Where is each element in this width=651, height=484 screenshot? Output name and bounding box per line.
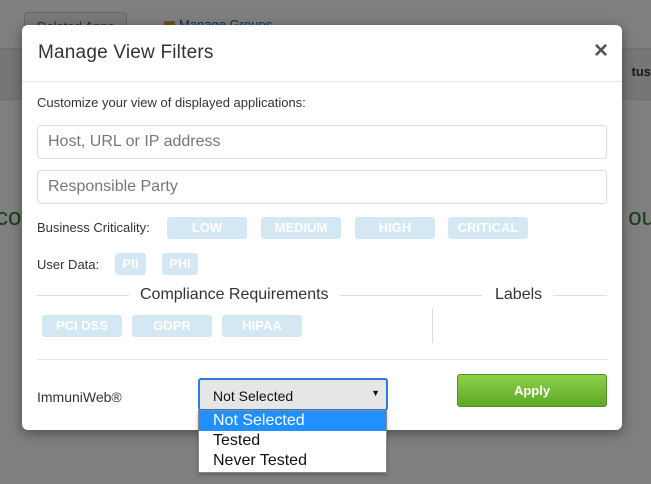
option-tested[interactable]: Tested <box>199 431 386 451</box>
immuniweb-dropdown-list: Not Selected Tested Never Tested <box>198 410 387 473</box>
immuniweb-label: ImmuniWeb® <box>37 389 122 405</box>
criticality-low-button[interactable]: LOW <box>167 217 247 239</box>
modal-header: Manage View Filters × <box>22 25 622 82</box>
labels-title: Labels <box>495 286 543 303</box>
apply-button[interactable]: Apply <box>457 374 607 407</box>
option-never-tested[interactable]: Never Tested <box>199 451 386 471</box>
option-not-selected[interactable]: Not Selected <box>199 411 386 431</box>
criticality-critical-button[interactable]: CRITICAL <box>448 217 528 239</box>
userdata-phi-button[interactable]: PHI <box>162 253 198 275</box>
compliance-hipaa-button[interactable]: HIPAA <box>222 315 302 337</box>
compliance-gdpr-button[interactable]: GDPR <box>132 315 212 337</box>
userdata-pii-button[interactable]: PII <box>115 253 146 275</box>
business-criticality-label: Business Criticality: <box>37 220 150 235</box>
user-data-label: User Data: <box>37 257 100 272</box>
footer-divider <box>37 359 607 360</box>
criticality-medium-button[interactable]: MEDIUM <box>261 217 341 239</box>
dropdown-arrow-icon: ▼ <box>371 388 380 398</box>
close-button[interactable]: × <box>594 39 608 63</box>
immuniweb-select[interactable]: Not Selected ▼ <box>198 378 388 411</box>
compliance-pci-dss-button[interactable]: PCI DSS <box>42 315 122 337</box>
modal-title: Manage View Filters <box>38 42 214 63</box>
compliance-line-right <box>340 295 482 296</box>
compliance-line-left <box>37 295 129 296</box>
host-input[interactable] <box>37 125 607 159</box>
responsible-party-input[interactable] <box>37 170 607 204</box>
compliance-requirements-title: Compliance Requirements <box>140 286 329 303</box>
section-divider <box>432 308 433 343</box>
intro-text: Customize your view of displayed applica… <box>37 95 306 110</box>
manage-view-filters-modal: Manage View Filters × Customize your vie… <box>22 25 622 430</box>
labels-line-right <box>553 295 607 296</box>
criticality-high-button[interactable]: HIGH <box>355 217 435 239</box>
immuniweb-select-value: Not Selected <box>213 388 294 404</box>
